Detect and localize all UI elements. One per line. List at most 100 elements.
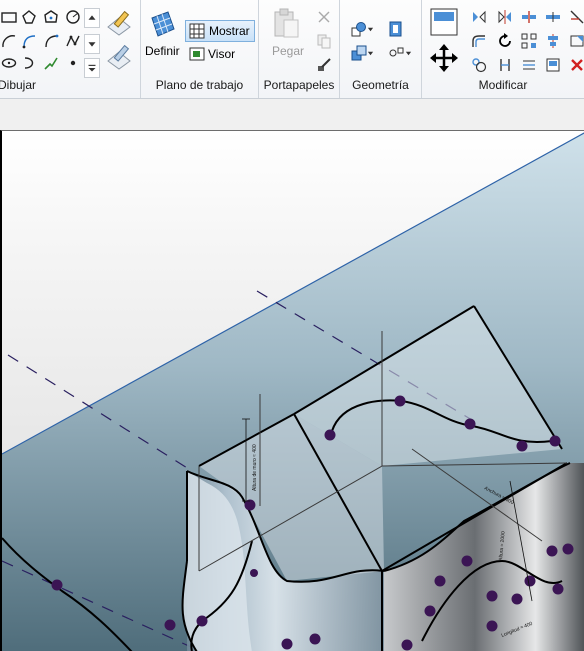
pegar-button[interactable] — [271, 6, 301, 40]
align-icon — [548, 34, 558, 48]
group-label-modificar: Modificar — [478, 78, 528, 92]
sketch-edit-button[interactable] — [104, 8, 134, 38]
node[interactable] — [549, 435, 561, 447]
node[interactable] — [281, 638, 293, 650]
visor-button[interactable]: Visor — [186, 44, 252, 64]
curve-tool[interactable] — [20, 54, 38, 72]
arc-tool[interactable] — [0, 32, 18, 50]
ellipse-icon — [1, 58, 17, 68]
split-button[interactable] — [520, 8, 538, 26]
rotate-button[interactable] — [496, 32, 514, 50]
extend-button[interactable] — [496, 56, 514, 74]
stretch-button[interactable] — [568, 32, 584, 50]
spline-tool[interactable] — [42, 32, 60, 50]
mostrar-label: Mostrar — [209, 24, 250, 38]
gallery-scroll-up[interactable] — [84, 8, 100, 28]
split-icon — [522, 11, 536, 23]
curve-icon — [24, 57, 34, 69]
cut-button[interactable] — [315, 8, 333, 26]
ellipse-tool[interactable] — [0, 54, 18, 72]
stack-button[interactable] — [544, 56, 562, 74]
node[interactable] — [394, 395, 406, 407]
offset-button[interactable] — [470, 32, 488, 50]
brush-icon — [318, 58, 331, 71]
gallery-scroll-down[interactable] — [84, 34, 100, 54]
polygon-tool[interactable] — [20, 8, 38, 26]
properties-panel-button[interactable] — [428, 6, 460, 38]
distribute-button[interactable] — [520, 56, 538, 74]
3d-viewport[interactable]: Altura de muro ≈ 400 Anchura ≈ 300 Altur… — [0, 130, 584, 651]
scale-icon — [472, 58, 487, 73]
geometry-nodes-dropdown[interactable] — [386, 44, 414, 62]
join-button[interactable] — [544, 8, 562, 26]
group-label-portapapeles: Portapapeles — [263, 78, 335, 92]
copy-button[interactable] — [315, 32, 333, 50]
node[interactable] — [516, 440, 528, 452]
join-icon — [546, 12, 560, 22]
geometry-shape-dropdown[interactable] — [348, 20, 376, 38]
geometry-combine-dropdown[interactable] — [348, 44, 376, 62]
node[interactable] — [309, 633, 321, 645]
group-plano-trabajo: Definir Mostrar Visor Plano de trabajo — [141, 0, 259, 98]
move-button[interactable] — [428, 42, 460, 74]
freehand-tool[interactable] — [42, 54, 60, 72]
circle-radius-icon — [66, 10, 80, 24]
viewer-icon — [189, 47, 205, 61]
mostrar-button[interactable]: Mostrar — [185, 20, 255, 42]
node[interactable] — [511, 593, 523, 605]
polygon-center-icon — [44, 10, 58, 23]
point-tool[interactable] — [64, 54, 82, 72]
node[interactable] — [461, 555, 473, 567]
gallery-expand[interactable] — [84, 58, 100, 78]
geometry-align-button[interactable] — [386, 20, 404, 38]
arc-3pt-tool[interactable] — [20, 32, 38, 50]
node[interactable] — [464, 418, 476, 430]
trim-icon — [570, 10, 584, 24]
node[interactable] — [486, 590, 498, 602]
node[interactable] — [486, 620, 498, 632]
match-properties-button[interactable] — [315, 56, 333, 74]
rectangle-tool[interactable] — [0, 8, 18, 26]
freehand-icon — [44, 57, 58, 70]
node[interactable] — [562, 543, 574, 555]
node[interactable] — [51, 579, 63, 591]
definir-button[interactable] — [147, 8, 179, 40]
group-modificar: Modificar — [422, 0, 584, 98]
node[interactable] — [424, 605, 436, 617]
viewport-canvas[interactable]: Altura de muro ≈ 400 Anchura ≈ 300 Altur… — [2, 131, 584, 651]
delete-button[interactable] — [568, 56, 584, 74]
rotate-icon — [499, 33, 511, 47]
mirror-button[interactable] — [470, 8, 488, 26]
node[interactable] — [250, 569, 258, 577]
group-label-dibujar: Dibujar — [0, 78, 37, 92]
node[interactable] — [401, 639, 413, 651]
flip-button[interactable] — [496, 8, 514, 26]
arc-icon — [2, 35, 16, 48]
polygon-center-tool[interactable] — [42, 8, 60, 26]
panel-layout-icon — [430, 8, 458, 36]
node[interactable] — [546, 545, 558, 557]
workplane-show-icon — [189, 23, 205, 39]
circle-tool[interactable] — [64, 8, 82, 26]
arc-three-point-icon — [22, 35, 36, 49]
node[interactable] — [196, 615, 208, 627]
distribute-icon — [523, 60, 535, 70]
node[interactable] — [434, 575, 446, 587]
sketch-finish-button[interactable] — [104, 42, 134, 72]
node[interactable] — [552, 583, 564, 595]
chevron-up-icon — [88, 15, 96, 20]
polyline-tool[interactable] — [64, 32, 82, 50]
node[interactable] — [524, 575, 536, 587]
group-dibujar: Dibujar — [0, 0, 141, 98]
node[interactable] — [164, 619, 176, 631]
array-button[interactable] — [520, 32, 538, 50]
scale-button[interactable] — [470, 56, 488, 74]
polygon-icon — [22, 10, 36, 24]
trim-button[interactable] — [568, 8, 584, 26]
align-box-icon — [389, 21, 402, 37]
workplane-grid-icon — [151, 11, 175, 37]
extend-icon — [500, 59, 510, 71]
align-button[interactable] — [544, 32, 562, 50]
node[interactable] — [324, 429, 336, 441]
offset-icon — [472, 35, 485, 47]
